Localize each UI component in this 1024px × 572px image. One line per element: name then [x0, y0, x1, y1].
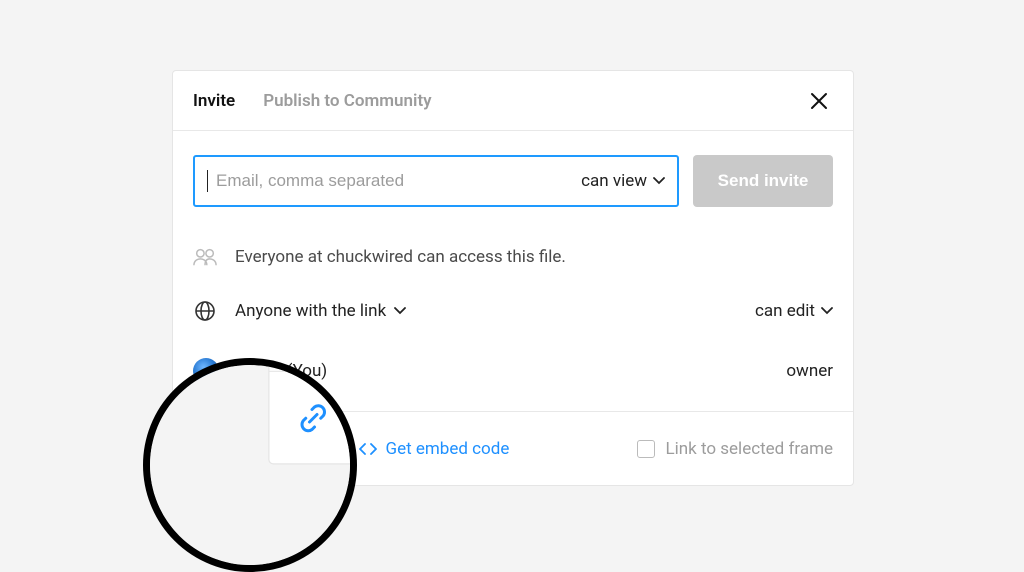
link-icon	[193, 434, 223, 464]
invite-permission-select[interactable]: can view	[581, 171, 665, 191]
copy-link-button[interactable]: Copy link	[193, 434, 331, 464]
dialog-tabs: Invite Publish to Community	[193, 91, 805, 111]
dialog-header: Invite Publish to Community	[173, 71, 853, 131]
people-icon	[193, 245, 217, 269]
embed-code-button[interactable]: Get embed code	[359, 439, 509, 459]
invite-row: can view Send invite	[193, 155, 833, 207]
text-cursor	[207, 170, 208, 192]
tab-publish-community[interactable]: Publish to Community	[263, 91, 431, 111]
link-access-label-wrap: Anyone with the link	[235, 301, 737, 321]
link-access-row: Anyone with the link can edit	[193, 281, 833, 341]
copy-link-label: Copy link	[233, 435, 331, 463]
org-access-row: Everyone at chuckwired can access this f…	[193, 233, 833, 281]
link-selected-frame-label: Link to selected frame	[665, 439, 833, 459]
email-input[interactable]	[216, 171, 573, 191]
link-access-select[interactable]: Anyone with the link	[235, 301, 737, 321]
user-row: k Rice (You) owner	[193, 341, 833, 401]
avatar	[193, 358, 219, 384]
tab-invite[interactable]: Invite	[193, 91, 235, 111]
link-permission-select[interactable]: can edit	[755, 301, 833, 321]
chevron-down-icon	[821, 307, 833, 315]
chevron-down-icon	[394, 307, 406, 315]
checkbox-icon	[637, 440, 655, 458]
close-icon	[810, 92, 828, 110]
dialog-footer: Copy link Get embed code Link to selecte…	[173, 411, 853, 485]
org-access-text: Everyone at chuckwired can access this f…	[235, 247, 833, 267]
invite-input-box[interactable]: can view	[193, 155, 679, 207]
close-button[interactable]	[805, 87, 833, 115]
invite-permission-label: can view	[581, 171, 647, 191]
link-access-label: Anyone with the link	[235, 301, 386, 321]
user-role: owner	[786, 361, 833, 381]
send-invite-button[interactable]: Send invite	[693, 155, 833, 207]
share-dialog: Invite Publish to Community can view Sen…	[172, 70, 854, 486]
chevron-down-icon	[653, 177, 665, 185]
globe-icon	[193, 299, 217, 323]
link-permission-label: can edit	[755, 301, 815, 321]
embed-code-label: Get embed code	[385, 439, 509, 459]
link-selected-frame-toggle[interactable]: Link to selected frame	[637, 439, 833, 459]
dialog-body: can view Send invite Everyone at chuckwi…	[173, 131, 853, 401]
user-name: k Rice (You)	[237, 361, 768, 381]
code-icon	[359, 442, 377, 456]
